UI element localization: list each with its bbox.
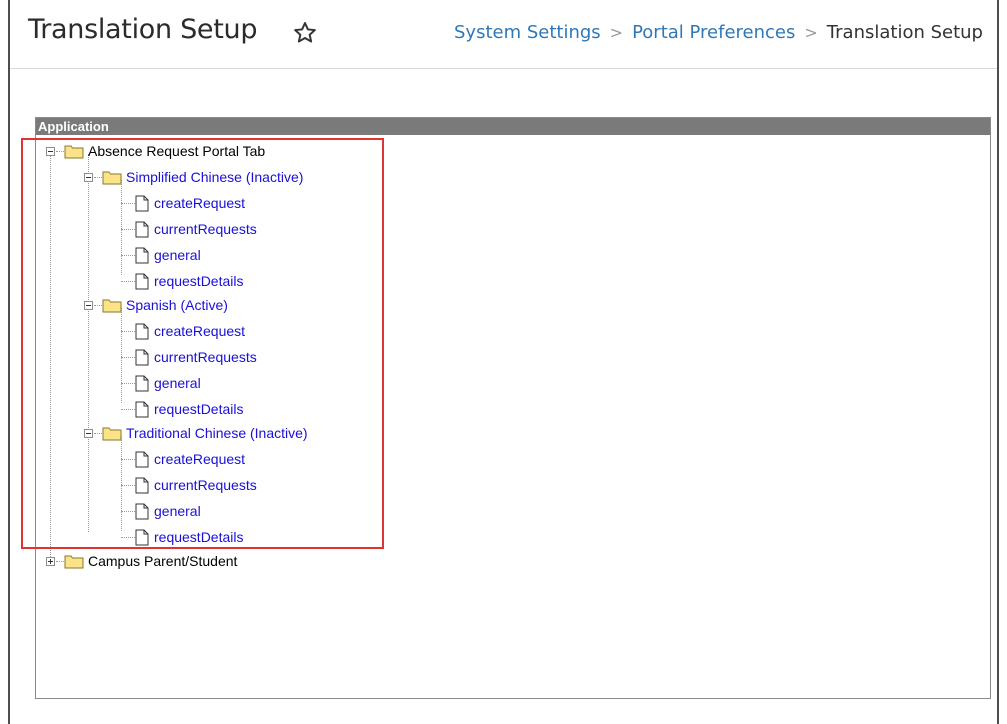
document-icon: [135, 247, 149, 264]
tree-node-traditional-chinese[interactable]: Traditional Chinese (Inactive): [84, 423, 384, 443]
document-icon: [135, 221, 149, 238]
tree-leaf-label[interactable]: general: [154, 501, 201, 521]
tree-connector: [88, 154, 89, 532]
folder-icon: [102, 171, 122, 185]
application-tree-panel: Application Absence Request Portal Tab S…: [35, 117, 991, 699]
tree-leaf-createrequest[interactable]: createRequest: [121, 321, 341, 341]
breadcrumb-separator: >: [609, 23, 624, 42]
breadcrumb-current: Translation Setup: [826, 22, 983, 43]
breadcrumb-system-settings[interactable]: System Settings: [454, 22, 601, 43]
tree-leaf-general[interactable]: general: [121, 501, 341, 521]
tree-leaf-requestdetails[interactable]: requestDetails: [121, 527, 341, 547]
tree-leaf-label[interactable]: requestDetails: [154, 399, 244, 419]
tree-leaf-currentrequests[interactable]: currentRequests: [121, 219, 341, 239]
tree-node-spanish[interactable]: Spanish (Active): [84, 295, 384, 315]
folder-icon: [102, 427, 122, 441]
tree-leaf-label[interactable]: general: [154, 373, 201, 393]
star-favorite-icon[interactable]: [292, 20, 318, 46]
document-icon: [135, 401, 149, 418]
tree-leaf-label[interactable]: requestDetails: [154, 527, 244, 547]
tree-node-label[interactable]: Traditional Chinese (Inactive): [126, 423, 308, 443]
folder-icon: [102, 299, 122, 313]
tree-node-simplified-chinese[interactable]: Simplified Chinese (Inactive): [84, 167, 384, 187]
tree-leaf-general[interactable]: general: [121, 245, 341, 265]
folder-icon: [64, 555, 84, 569]
document-icon: [135, 323, 149, 340]
page-title: Translation Setup: [28, 14, 258, 45]
document-icon: [135, 451, 149, 468]
collapse-toggle-icon[interactable]: [46, 147, 55, 156]
tree-leaf-createrequest[interactable]: createRequest: [121, 449, 341, 469]
document-icon: [135, 195, 149, 212]
tree-leaf-general[interactable]: general: [121, 373, 341, 393]
tree-node-label: Absence Request Portal Tab: [88, 143, 266, 159]
collapse-toggle-icon[interactable]: [84, 173, 93, 182]
collapse-toggle-icon[interactable]: [84, 429, 93, 438]
tree-leaf-label[interactable]: general: [154, 245, 201, 265]
tree-leaf-currentrequests[interactable]: currentRequests: [121, 347, 341, 367]
tree-node-label: Campus Parent/Student: [88, 553, 238, 569]
tree-node-campus-parent-student[interactable]: Campus Parent/Student: [46, 551, 386, 571]
page-header: Translation Setup System Settings > Portal…: [10, 0, 997, 69]
tree-connector: [50, 154, 51, 563]
document-icon: [135, 375, 149, 392]
tree-leaf-label[interactable]: currentRequests: [154, 347, 257, 367]
document-icon: [135, 503, 149, 520]
breadcrumb: System Settings > Portal Preferences > Trans…: [454, 22, 983, 43]
breadcrumb-separator: >: [804, 23, 818, 42]
document-icon: [135, 349, 149, 366]
tree-leaf-label[interactable]: currentRequests: [154, 475, 257, 495]
tree-leaf-label[interactable]: createRequest: [154, 193, 245, 213]
tree-leaf-label[interactable]: createRequest: [154, 321, 245, 341]
collapse-toggle-icon[interactable]: [84, 301, 93, 310]
tree-leaf-requestdetails[interactable]: requestDetails: [121, 271, 341, 291]
document-icon: [135, 273, 149, 290]
tree-leaf-createrequest[interactable]: createRequest: [121, 193, 341, 213]
document-icon: [135, 477, 149, 494]
application-tree: Absence Request Portal Tab Simplified Ch…: [36, 135, 990, 698]
app-frame: Translation Setup System Settings > Portal…: [8, 0, 999, 724]
tree-node-absence-request-portal-tab[interactable]: Absence Request Portal Tab: [46, 141, 386, 161]
document-icon: [135, 529, 149, 546]
tree-node-label[interactable]: Simplified Chinese (Inactive): [126, 167, 303, 187]
tree-node-label[interactable]: Spanish (Active): [126, 295, 228, 315]
tree-leaf-currentrequests[interactable]: currentRequests: [121, 475, 341, 495]
folder-icon: [64, 145, 84, 159]
tree-leaf-label[interactable]: createRequest: [154, 449, 245, 469]
tree-leaf-label[interactable]: currentRequests: [154, 219, 257, 239]
tree-leaf-requestdetails[interactable]: requestDetails: [121, 399, 341, 419]
tree-leaf-label[interactable]: requestDetails: [154, 271, 244, 291]
expand-toggle-icon[interactable]: [46, 557, 55, 566]
panel-header: Application: [36, 118, 990, 135]
breadcrumb-portal-preferences[interactable]: Portal Preferences: [632, 22, 795, 43]
